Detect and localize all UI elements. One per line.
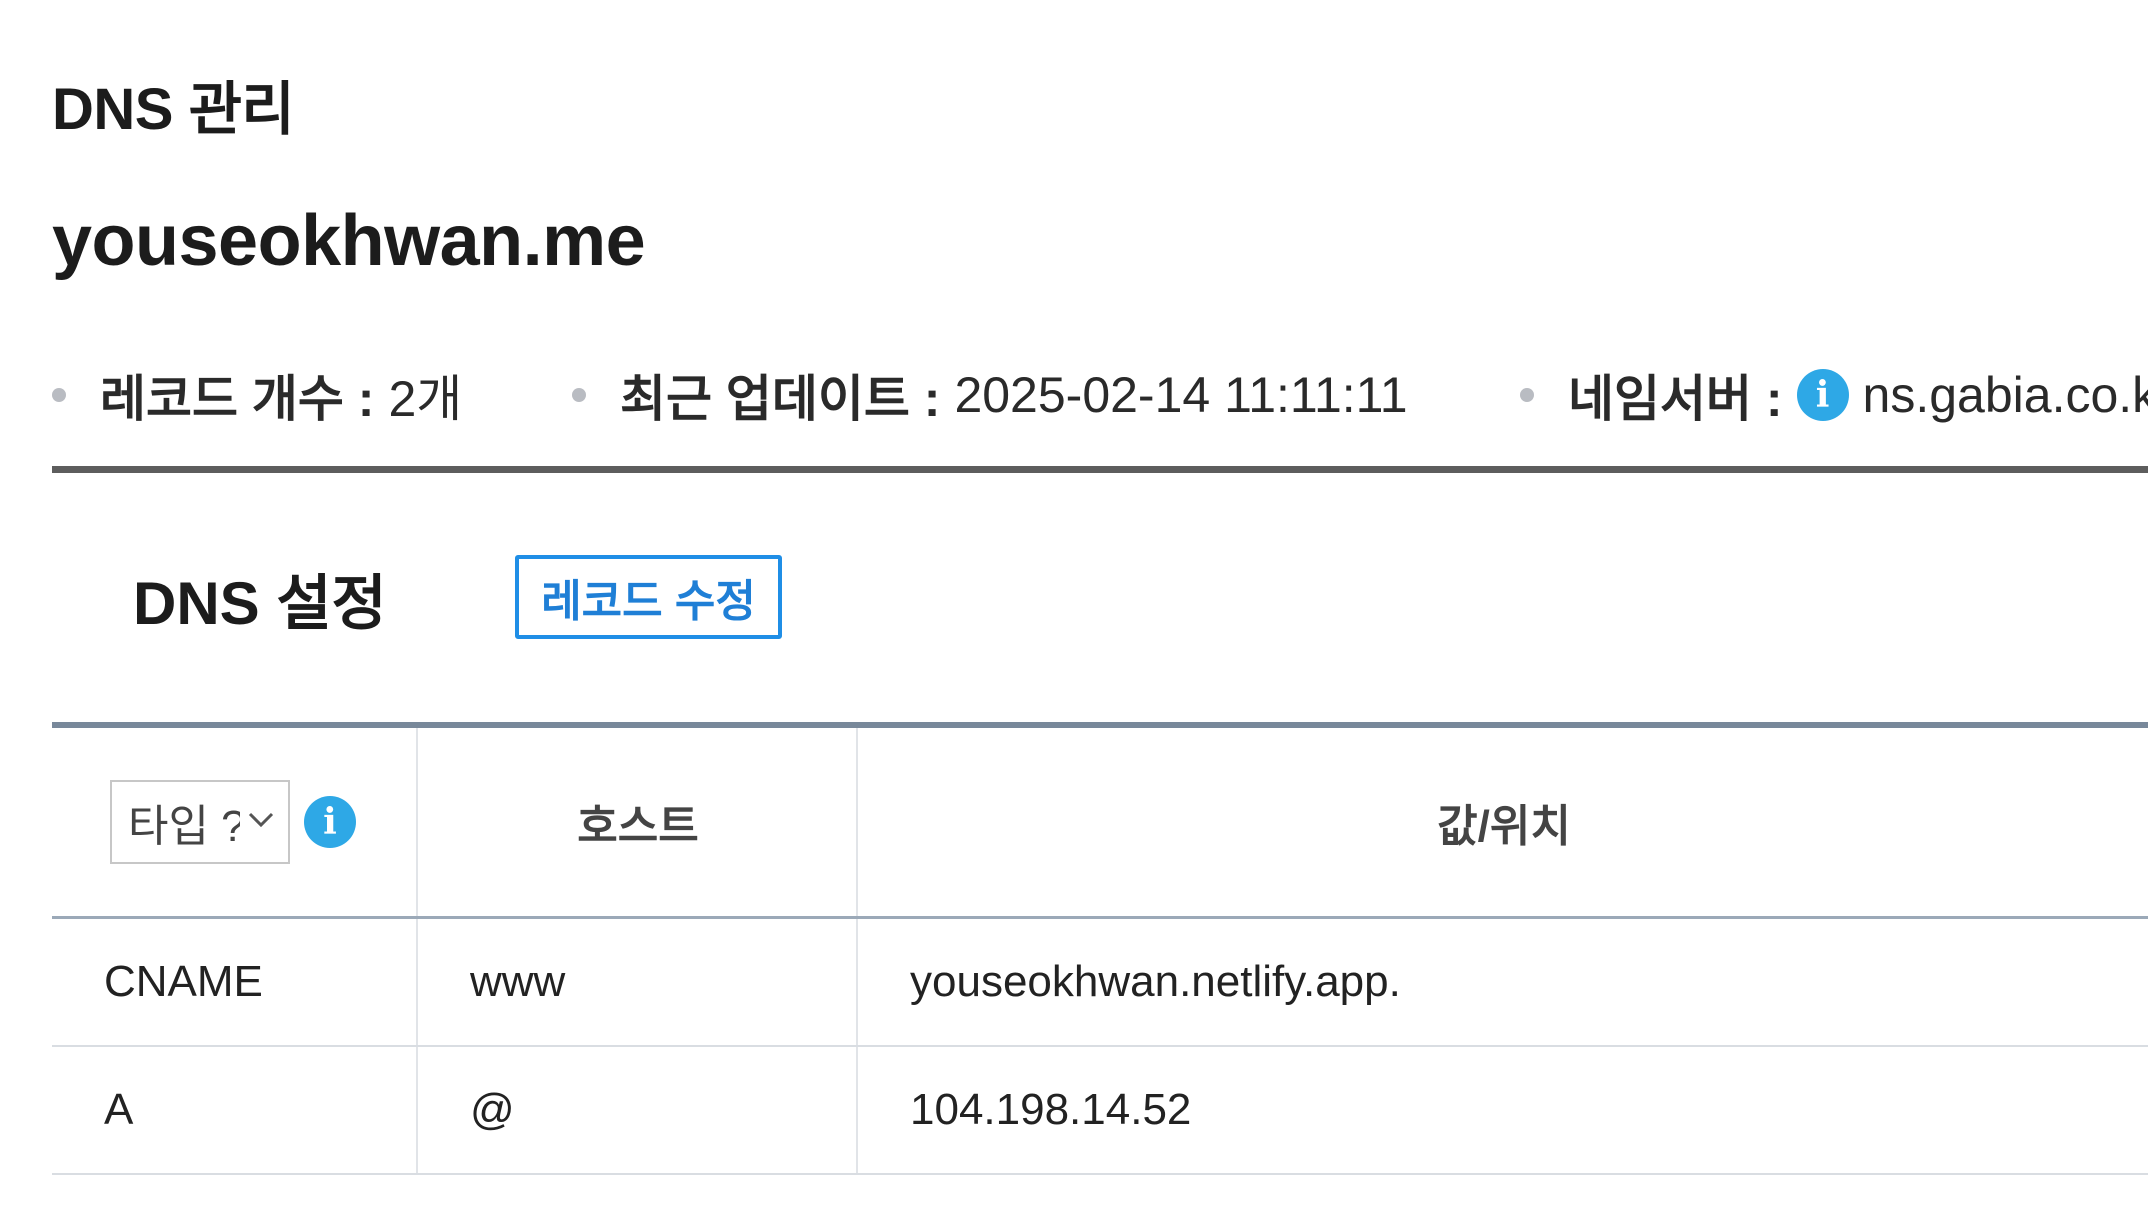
last-update-value: 2025-02-14 11:11:11 <box>954 367 1408 423</box>
dns-management-page: DNS 관리 youseokhwan.me 레코드 개수 : 2개 최근 업데이… <box>0 0 2148 1214</box>
nameserver-label: 네임서버 : <box>1568 371 1783 427</box>
table-row: CNAME www youseokhwan.netlify.app. <box>52 919 2148 1047</box>
domain-meta-row: 레코드 개수 : 2개 최근 업데이트 : 2025-02-14 11:11:1… <box>52 355 2148 435</box>
page-title: DNS 관리 <box>52 77 295 142</box>
section-divider <box>52 466 2148 473</box>
record-count-value: 2개 <box>388 371 463 427</box>
record-type-cell: A <box>104 1085 134 1134</box>
edit-records-button[interactable]: 레코드 수정 <box>515 555 782 639</box>
host-header: 호스트 <box>416 728 858 916</box>
dns-setting-title: DNS 설정 <box>133 570 387 637</box>
type-filter-select[interactable]: 타입 ? <box>110 780 290 864</box>
record-host-cell: @ <box>416 1047 856 1173</box>
record-value-cell: 104.198.14.52 <box>856 1047 2148 1173</box>
type-filter-value: 타입 ? <box>128 802 240 851</box>
type-header-cell: 타입 ? i <box>52 728 416 916</box>
record-value-cell: youseokhwan.netlify.app. <box>856 919 2148 1045</box>
record-count-item: 레코드 개수 : 2개 <box>52 355 462 435</box>
domain-name: youseokhwan.me <box>52 201 646 281</box>
table-row: A @ 104.198.14.52 <box>52 1047 2148 1175</box>
nameserver-value: ns.gabia.co.k <box>1862 367 2148 423</box>
bullet-icon <box>572 388 586 402</box>
chevron-down-icon <box>248 812 274 828</box>
bullet-icon <box>52 388 66 402</box>
dns-records-table: 타입 ? i 호스트 값/위치 CNAME www youseokhwan.ne… <box>52 722 2148 1175</box>
record-type-cell: CNAME <box>104 957 263 1006</box>
bullet-icon <box>1520 388 1534 402</box>
record-host-cell: www <box>416 919 856 1045</box>
info-icon[interactable]: i <box>1796 369 1849 421</box>
record-count-label: 레코드 개수 : <box>100 371 375 427</box>
table-header-row: 타입 ? i 호스트 값/위치 <box>52 728 2148 919</box>
last-update-item: 최근 업데이트 : 2025-02-14 11:11:11 <box>572 355 1408 435</box>
nameserver-item: 네임서버 : i ns.gabia.co.k <box>1520 355 2148 435</box>
last-update-label: 최근 업데이트 : <box>620 371 941 427</box>
info-icon[interactable]: i <box>304 796 356 848</box>
value-header: 값/위치 <box>856 728 2148 916</box>
